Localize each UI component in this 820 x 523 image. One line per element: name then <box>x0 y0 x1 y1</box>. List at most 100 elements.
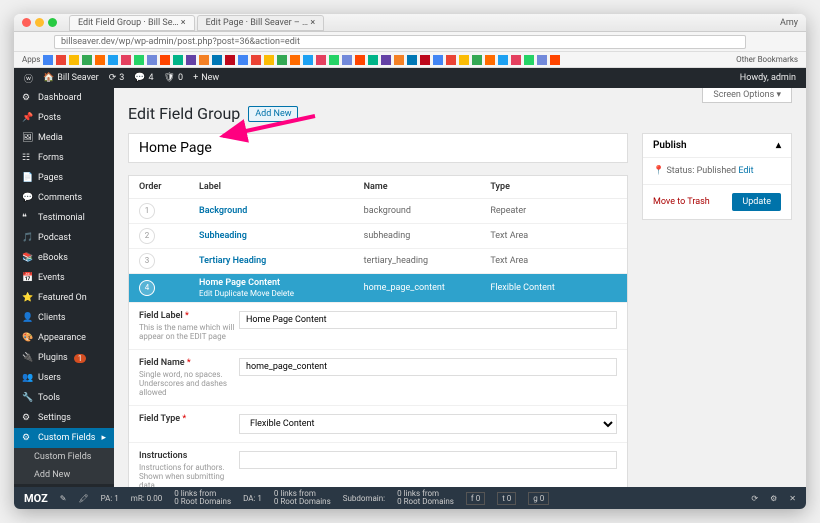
sidebar-item-featured[interactable]: ⭐Featured On <box>14 288 114 308</box>
instructions-input[interactable] <box>239 451 617 469</box>
browser-tab-2[interactable]: Edit Page · Bill Seaver – … × <box>197 15 325 31</box>
howdy-link[interactable]: Howdy, admin <box>740 73 796 83</box>
field-name-input[interactable] <box>239 358 617 376</box>
sidebar-item-forms[interactable]: ☷Forms <box>14 148 114 168</box>
col-type: Type <box>490 182 617 192</box>
col-order: Order <box>139 182 199 192</box>
page-title: Edit Field Group Add New <box>128 104 792 123</box>
sidebar-item-users[interactable]: 👥Users <box>14 368 114 388</box>
publish-box: Publish▴ 📍 Status: Published Edit Move t… <box>642 133 792 220</box>
sidebar-sub-add-new[interactable]: Add New <box>14 466 114 484</box>
tools-icon: 🔧 <box>22 393 32 403</box>
comments-icon: 💬 <box>22 193 32 203</box>
tab-close-icon[interactable]: × <box>310 18 315 28</box>
star-icon: ⭐ <box>22 293 32 303</box>
facebook-count: f 0 <box>466 492 485 505</box>
table-row[interactable]: 2 Subheading subheading Text Area <box>129 224 627 249</box>
users-icon: 👥 <box>22 373 32 383</box>
events-icon: 📅 <box>22 273 32 283</box>
sidebar-item-podcast[interactable]: 🎵Podcast <box>14 228 114 248</box>
sidebar-item-settings[interactable]: ⚙Settings <box>14 408 114 428</box>
col-label: Label <box>199 182 364 192</box>
table-row[interactable]: 3 Tertiary Heading tertiary_heading Text… <box>129 249 627 274</box>
browser-tab-1[interactable]: Edit Field Group · Bill Se… × <box>69 15 195 31</box>
row-actions[interactable]: Edit Duplicate Move Delete <box>199 289 364 298</box>
maximize-window-button[interactable] <box>48 18 57 27</box>
table-row[interactable]: 1 Background background Repeater <box>129 199 627 224</box>
sidebar-item-posts[interactable]: 📌Posts <box>14 108 114 128</box>
plugin-update-count: 1 <box>74 354 87 363</box>
tab-close-icon[interactable]: × <box>181 18 186 28</box>
form-row-field-name: Field Name *Single word, no spaces. Unde… <box>129 350 627 406</box>
sidebar-item-media[interactable]: 🖼Media <box>14 128 114 148</box>
apps-button[interactable]: Apps <box>22 55 40 64</box>
bookmarks-bar: Apps Other Bookmarks <box>14 52 806 68</box>
wp-logo-icon[interactable]: ⓦ <box>24 72 33 85</box>
forms-icon: ☷ <box>22 153 32 163</box>
sidebar-item-appearance[interactable]: 🎨Appearance <box>14 328 114 348</box>
gear-icon[interactable]: ⚙ <box>770 494 777 503</box>
moz-logo[interactable]: MOZ <box>24 492 48 505</box>
media-icon: 🖼 <box>22 133 32 143</box>
pencil-icon[interactable]: ✎ <box>60 494 67 503</box>
comments-link[interactable]: 💬 4 <box>134 73 153 83</box>
update-button[interactable]: Update <box>732 193 781 211</box>
updates-link[interactable]: ⟳ 3 <box>109 73 125 83</box>
refresh-icon[interactable]: ⟳ <box>751 494 758 503</box>
content-area: Screen Options ▾ Edit Field Group Add Ne… <box>114 88 806 487</box>
sidebar-item-comments[interactable]: 💬Comments <box>14 188 114 208</box>
moz-toolbar: MOZ ✎ 🖍 PA: 1 mR: 0.00 0 links from0 Roo… <box>14 487 806 509</box>
field-type-select[interactable]: Flexible Content <box>239 414 617 434</box>
group-title-input[interactable] <box>128 133 628 163</box>
collapse-icon[interactable]: ▴ <box>776 140 781 151</box>
sidebar-item-custom-fields[interactable]: ⚙Custom Fields ▸ <box>14 428 114 448</box>
move-to-trash-link[interactable]: Move to Trash <box>653 197 710 207</box>
ebooks-icon: 📚 <box>22 253 32 263</box>
twitter-count: t 0 <box>497 492 516 505</box>
custom-fields-icon: ⚙ <box>22 433 32 443</box>
site-name-link[interactable]: 🏠 Bill Seaver <box>43 73 99 83</box>
url-bar: billseaver.dev/wp/wp-admin/post.php?post… <box>14 32 806 52</box>
minimize-window-button[interactable] <box>35 18 44 27</box>
form-row-field-label: Field Label *This is the name which will… <box>129 303 627 350</box>
close-icon[interactable]: ✕ <box>789 494 796 503</box>
plugins-icon: 🔌 <box>22 353 32 363</box>
sidebar-item-ebooks[interactable]: 📚eBooks <box>14 248 114 268</box>
settings-icon: ⚙ <box>22 413 32 423</box>
wp-admin-bar: ⓦ 🏠 Bill Seaver ⟳ 3 💬 4 🛡 0 + New Howdy,… <box>14 68 806 88</box>
gplus-count: g 0 <box>528 492 549 505</box>
marker-icon[interactable]: 🖍 <box>78 494 88 503</box>
sidebar-item-pages[interactable]: 📄Pages <box>14 168 114 188</box>
table-row-active[interactable]: 4 Home Page ContentEdit Duplicate Move D… <box>129 274 627 303</box>
other-bookmarks[interactable]: Other Bookmarks <box>736 55 798 64</box>
testimonial-icon: ❝ <box>22 213 32 223</box>
form-row-field-type: Field Type * Flexible Content <box>129 406 627 443</box>
form-row-instructions: InstructionsInstructions for authors. Sh… <box>129 443 627 487</box>
col-name: Name <box>364 182 491 192</box>
screen-options-toggle[interactable]: Screen Options ▾ <box>702 88 792 103</box>
field-label-input[interactable] <box>239 311 617 329</box>
sidebar-item-plugins[interactable]: 🔌Plugins 1 <box>14 348 114 368</box>
clients-icon: 👤 <box>22 313 32 323</box>
sidebar-item-testimonial[interactable]: ❝Testimonial <box>14 208 114 228</box>
notifications-link[interactable]: 🛡 0 <box>164 73 184 83</box>
sidebar-item-tools[interactable]: 🔧Tools <box>14 388 114 408</box>
new-content-link[interactable]: + New <box>193 73 219 83</box>
appearance-icon: 🎨 <box>22 333 32 343</box>
sidebar-item-clients[interactable]: 👤Clients <box>14 308 114 328</box>
sidebar-item-dashboard[interactable]: ⚙Dashboard <box>14 88 114 108</box>
sidebar-sub-custom-fields[interactable]: Custom Fields <box>14 448 114 466</box>
pages-icon: 📄 <box>22 173 32 183</box>
edit-status-link[interactable]: Edit <box>738 166 753 176</box>
podcast-icon: 🎵 <box>22 233 32 243</box>
dashboard-icon: ⚙ <box>22 93 32 103</box>
url-input[interactable]: billseaver.dev/wp/wp-admin/post.php?post… <box>54 35 746 49</box>
profile-name[interactable]: Amy <box>780 18 798 28</box>
close-window-button[interactable] <box>22 18 31 27</box>
pin-icon: 📍 <box>653 166 664 176</box>
posts-icon: 📌 <box>22 113 32 123</box>
admin-sidebar: ⚙Dashboard 📌Posts 🖼Media ☷Forms 📄Pages 💬… <box>14 88 114 487</box>
sidebar-item-events[interactable]: 📅Events <box>14 268 114 288</box>
fields-table: Order Label Name Type 1 Background backg… <box>128 175 628 487</box>
add-new-button[interactable]: Add New <box>248 106 298 122</box>
